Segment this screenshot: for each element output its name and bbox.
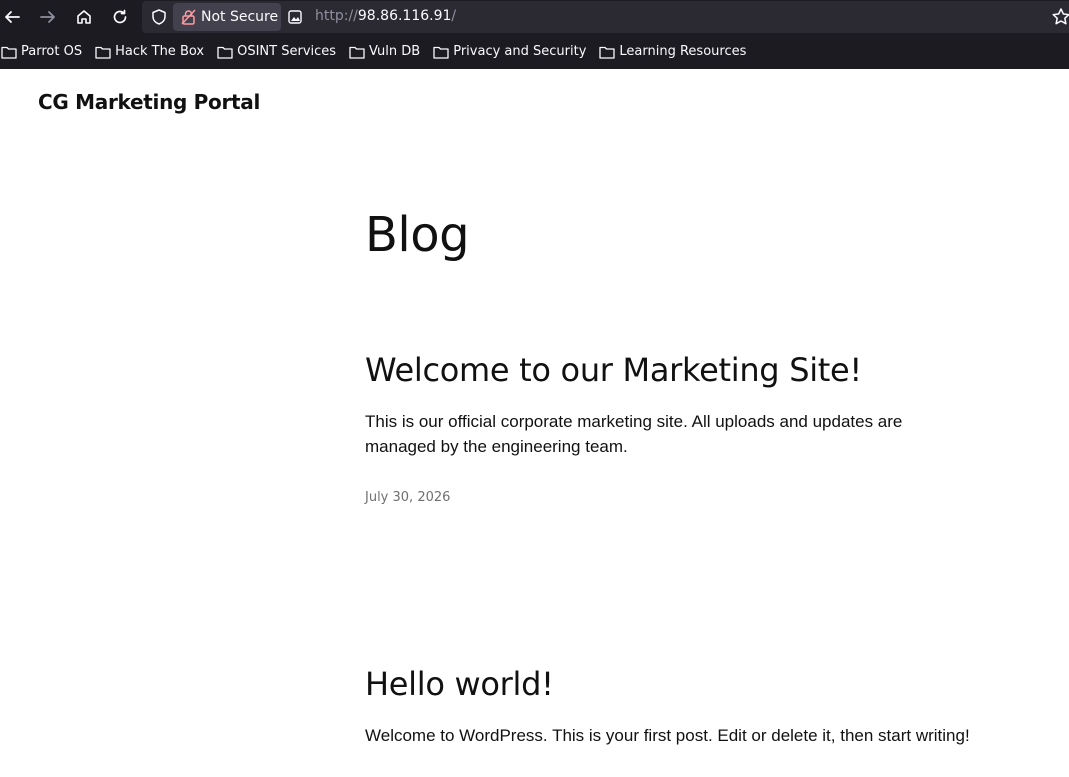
- url-text[interactable]: http://98.86.116.91/: [315, 8, 456, 24]
- browser-toolbar: Not Secure http://98.86.116.91/: [0, 0, 1069, 34]
- folder-icon: [95, 46, 111, 59]
- folder-icon: [217, 46, 233, 59]
- bookmarks-bar: Parrot OS Hack The Box OSINT Services Vu…: [0, 34, 1069, 69]
- bookmark-star-icon[interactable]: [1051, 7, 1069, 27]
- not-secure-badge[interactable]: Not Secure: [173, 3, 281, 31]
- reload-icon: [113, 9, 127, 24]
- url-scheme: http://: [315, 8, 358, 24]
- shield-icon[interactable]: [150, 8, 168, 26]
- folder-icon: [599, 46, 616, 59]
- arrow-left-icon: [5, 11, 20, 23]
- post-excerpt: This is our official corporate marketing…: [365, 412, 903, 456]
- bookmark-label: Privacy and Security: [453, 44, 587, 59]
- home-icon: [77, 10, 91, 24]
- arrow-right-icon: [40, 11, 55, 23]
- bookmark-label: OSINT Services: [237, 44, 337, 59]
- site-title[interactable]: CG Marketing Portal: [38, 90, 260, 114]
- bookmark-osint-services[interactable]: OSINT Services: [217, 44, 336, 59]
- post-title[interactable]: Hello world!: [365, 665, 554, 703]
- bookmark-label: Learning Resources: [619, 44, 747, 59]
- bookmark-label: Hack The Box: [115, 44, 205, 59]
- bookmark-parrot-os[interactable]: Parrot OS: [1, 44, 82, 59]
- reload-button[interactable]: [108, 5, 132, 29]
- bookmark-privacy-and-security[interactable]: Privacy and Security: [433, 44, 586, 59]
- page-image-icon[interactable]: [287, 9, 303, 25]
- folder-icon: [349, 46, 365, 59]
- bookmark-label: Parrot OS: [21, 44, 83, 59]
- bookmark-label: Vuln DB: [369, 44, 421, 59]
- bookmark-learning-resources[interactable]: Learning Resources: [599, 44, 746, 59]
- page-title: Blog: [365, 207, 470, 263]
- forward-button[interactable]: [36, 5, 60, 29]
- folder-icon: [1, 46, 17, 59]
- post-title[interactable]: Welcome to our Marketing Site!: [365, 351, 862, 389]
- url-host: 98.86.116.91: [357, 8, 452, 24]
- home-button[interactable]: [72, 5, 96, 29]
- not-secure-label: Not Secure: [201, 9, 279, 25]
- url-bar[interactable]: [142, 1, 1069, 33]
- back-button[interactable]: [0, 5, 24, 29]
- folder-icon: [433, 46, 449, 59]
- url-path: /: [451, 8, 457, 24]
- insecure-lock-icon: [181, 9, 196, 25]
- post-excerpt: Welcome to WordPress. This is your first…: [365, 726, 970, 745]
- post-date[interactable]: July 30, 2026: [365, 490, 450, 505]
- bookmark-hack-the-box[interactable]: Hack The Box: [95, 44, 204, 59]
- bookmark-vuln-db[interactable]: Vuln DB: [349, 44, 420, 59]
